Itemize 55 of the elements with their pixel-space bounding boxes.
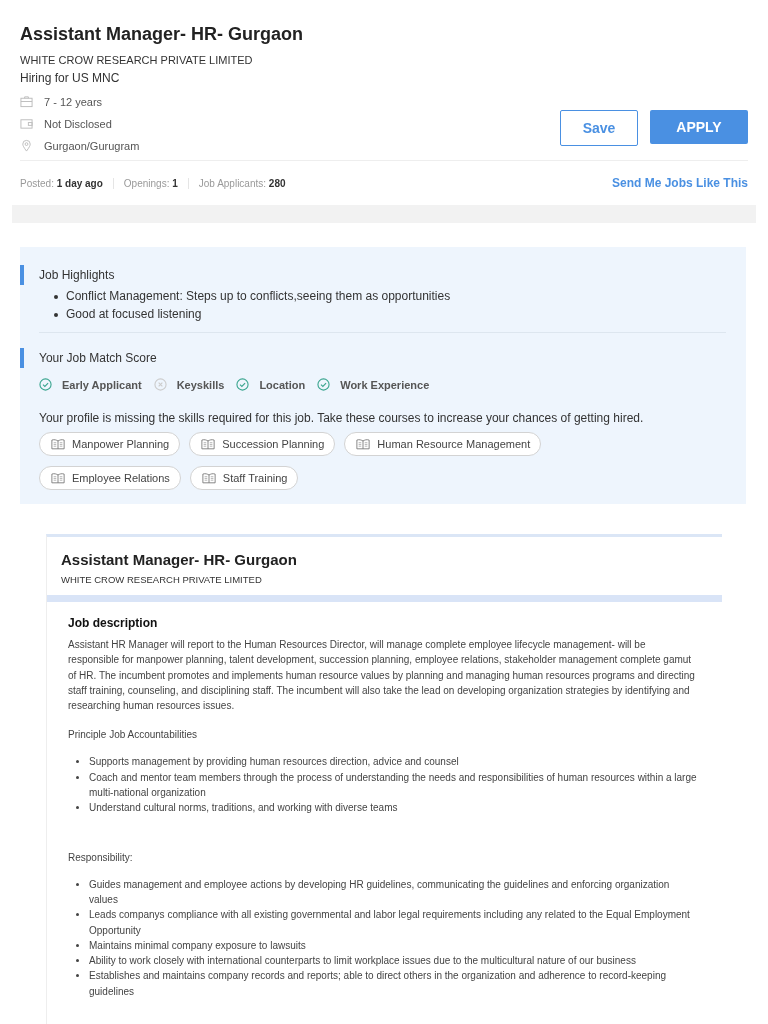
book-icon (51, 438, 65, 450)
course-chip[interactable]: Human Resource Management (344, 432, 542, 456)
course-chip[interactable]: Staff Training (189, 466, 299, 490)
bullet-icon (54, 295, 58, 299)
bullet-icon (76, 974, 79, 978)
book-icon (356, 438, 371, 450)
job-stat: Posted: 1 day ago (20, 177, 104, 189)
course-chip[interactable]: Manpower Planning (39, 432, 181, 456)
highlight-item: Conflict Management: Steps up to conflicts,seeing them as opportunities (66, 289, 451, 303)
location-pin-icon (20, 139, 33, 152)
description-heading: Job description (68, 616, 159, 630)
highlight-item: Good at focused listening (66, 307, 202, 321)
description-item: Ability to work closely with international counterparts to limit workplace issues due to the multicultural nature of our business (89, 954, 636, 969)
job-stat: Openings: 1 (112, 177, 188, 189)
job-title: Assistant Manager- HR- Gurgaon (20, 24, 305, 45)
description-item: Maintains minimal company exposure to lawsuits (89, 938, 306, 953)
bullet-icon (54, 313, 58, 317)
description-item: Guides management and employee actions by developing HR guidelines, communicating the guidelines and enforcing organization values (89, 877, 671, 907)
course-chip[interactable]: Employee Relations (39, 466, 181, 490)
match-criterion: Keyskills (176, 378, 225, 391)
job-title: Assistant Manager- HR- Gurgaon (61, 551, 298, 568)
match-criterion: Location (259, 378, 306, 391)
description-paragraph: Assistant HR Manager will report to the Human Resources Director, will manage complete employee lifecycle management- will be responsible for manpower planning, talent development, succession planning, employee relations, stakeholder management complete gamut of HR. The incumbent promotes and implements human resource values by planning and managing human resources programs and directing staff training, counseling, and disciplining staff. The incumbent will also take the lead on developing organization strategies by identifying and researching human resources issues. (68, 638, 696, 714)
match-criterion: Work Experience (340, 378, 430, 391)
job-detail: 7 - 12 years (44, 95, 103, 108)
job-stat: Job Applicants: 280 (187, 177, 296, 189)
description-item: Coach and mentor team members through the process of understanding the needs and responsibilities of human resources within a large multi-national organization (89, 770, 698, 801)
briefcase-icon (20, 95, 33, 108)
missing-skills-text: Your profile is missing the skills required for this job. Take these courses to increase your chances of getting hired. (39, 411, 645, 425)
wallet-icon (20, 117, 33, 130)
company-name: WHITE CROW RESEARCH PRIVATE LIMITED (20, 54, 254, 66)
bullet-icon (76, 760, 79, 764)
description-item: Understand cultural norms, traditions, and working with diverse teams (89, 801, 398, 816)
section-title: Your Job Match Score (20, 348, 726, 368)
job-detail: Not Disclosed (44, 117, 112, 130)
section-title: Job Highlights (20, 265, 726, 285)
company-name: WHITE CROW RESEARCH PRIVATE LIMITED (61, 574, 263, 585)
subsection-title: Responsibility: (68, 851, 134, 863)
bullet-icon (76, 959, 79, 963)
book-icon (51, 472, 65, 484)
hiring-for-text: Hiring for US MNC (20, 71, 121, 85)
bullet-icon (76, 775, 79, 779)
bullet-icon (76, 913, 79, 917)
description-item: Establishes and maintains company records and reports; able to direct others in the organization and adherence to record-keeping guidelines (89, 969, 667, 999)
description-item: Leads companys compliance with all existing governmental and labor legal requirements including any related to the Equal Employment Opportunity (89, 908, 691, 938)
course-chip[interactable]: Succession Planning (189, 432, 336, 456)
match-criterion: Early Applicant (62, 378, 142, 391)
bullet-icon (76, 882, 79, 886)
bullet-icon (76, 943, 79, 947)
bullet-icon (76, 806, 79, 810)
description-item: Supports management by providing human resources direction, advice and counsel (89, 755, 459, 770)
subsection-title: Principle Job Accountabilities (68, 729, 198, 741)
book-icon (201, 438, 216, 450)
book-icon (201, 472, 216, 484)
job-detail: Gurgaon/Gurugram (44, 139, 140, 152)
